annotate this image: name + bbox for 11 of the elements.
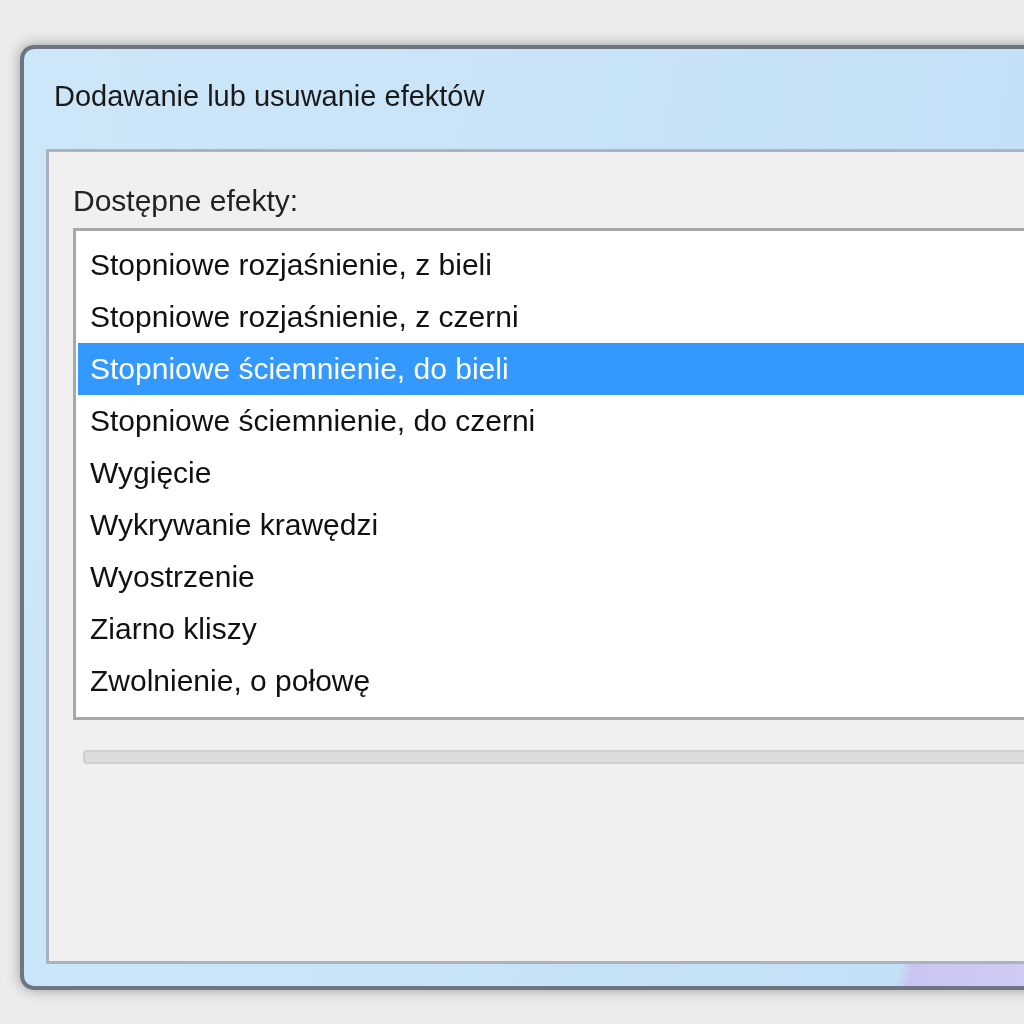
list-item[interactable]: Wygięcie (78, 447, 1024, 499)
list-item[interactable]: Ziarno kliszy (78, 603, 1024, 655)
list-label: Dostępne efekty: (73, 184, 299, 218)
list-item[interactable]: Stopniowe ściemnienie, do czerni (78, 395, 1024, 447)
horizontal-scrollbar[interactable] (83, 750, 1024, 764)
window-title: Dodawanie lub usuwanie efektów (53, 78, 486, 114)
list-item[interactable]: Stopniowe rozjaśnienie, z bieli (78, 239, 1024, 291)
list-item[interactable]: Wyostrzenie (78, 551, 1024, 603)
list-item[interactable]: Wykrywanie krawędzi (78, 499, 1024, 551)
list-item[interactable]: Zwolnienie, o połowę (78, 655, 1024, 707)
list-item[interactable]: Stopniowe rozjaśnienie, z czerni (78, 291, 1024, 343)
